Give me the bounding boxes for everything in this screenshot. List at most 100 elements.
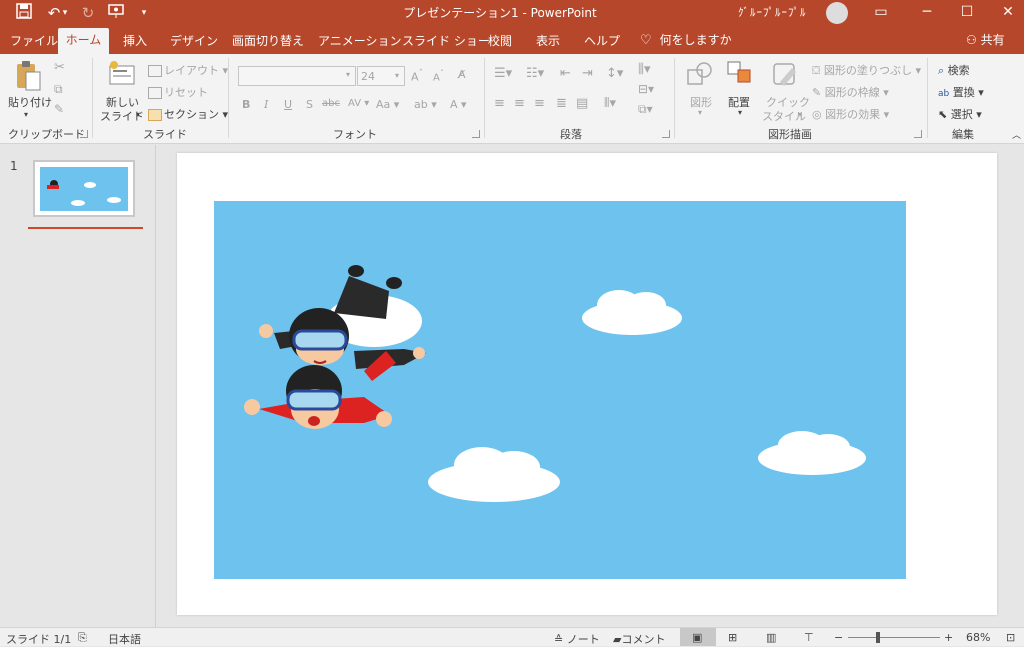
customize-qat-icon[interactable]: ▾ bbox=[134, 3, 154, 23]
copy-icon[interactable]: ⧉ bbox=[54, 82, 63, 97]
spelling-icon[interactable]: ⎘ bbox=[78, 631, 87, 645]
tab-transitions[interactable]: 画面切り替え bbox=[232, 32, 304, 49]
bullets-icon[interactable]: ☰▾ bbox=[494, 66, 512, 81]
slideshow-view-icon[interactable]: ⊤ bbox=[804, 631, 814, 644]
align-text-icon[interactable]: ⊟▾ bbox=[638, 82, 654, 96]
shrink-font-icon[interactable]: Aˇ bbox=[433, 68, 444, 83]
shadow-icon[interactable]: S bbox=[306, 98, 313, 111]
undo-dropdown-icon[interactable]: ▾ bbox=[60, 3, 70, 23]
underline-icon[interactable]: U bbox=[284, 98, 292, 111]
tab-slideshow[interactable]: スライド ショー bbox=[402, 32, 490, 49]
tab-insert[interactable]: 挿入 bbox=[123, 32, 147, 49]
drawing-launcher-icon[interactable] bbox=[914, 130, 922, 138]
align-right-icon[interactable]: ≡ bbox=[534, 96, 545, 111]
reading-view-icon[interactable]: ▥ bbox=[766, 631, 776, 644]
user-avatar[interactable] bbox=[826, 2, 848, 24]
zoom-slider-thumb[interactable] bbox=[876, 632, 880, 643]
collapse-ribbon-icon[interactable]: ︿ bbox=[1012, 128, 1021, 141]
tab-file[interactable]: ファイル bbox=[10, 32, 58, 49]
font-launcher-icon[interactable] bbox=[472, 130, 480, 138]
distributed-icon[interactable]: ▤ bbox=[576, 96, 588, 111]
decrease-indent-icon[interactable]: ⇤ bbox=[560, 66, 571, 81]
new-slide-icon[interactable] bbox=[108, 60, 138, 90]
numbering-icon[interactable]: ☷▾ bbox=[526, 66, 544, 81]
paragraph-launcher-icon[interactable] bbox=[662, 130, 670, 138]
paste-icon[interactable] bbox=[14, 60, 44, 91]
slide-sorter-icon[interactable]: ⊞ bbox=[728, 631, 737, 644]
paragraph-group-label: 段落 bbox=[560, 128, 582, 141]
line-spacing-icon[interactable]: ↕▾ bbox=[606, 66, 623, 81]
font-color-icon[interactable]: A ▾ bbox=[450, 98, 467, 111]
zoom-level[interactable]: 68% bbox=[966, 631, 990, 644]
zoom-slider[interactable] bbox=[848, 637, 940, 638]
strikethrough-icon[interactable]: abc bbox=[322, 98, 340, 109]
quick-styles-dropdown-icon[interactable]: ▾ bbox=[798, 110, 802, 119]
shapes-icon[interactable] bbox=[686, 60, 716, 90]
redo-icon[interactable]: ↻ bbox=[78, 3, 98, 23]
arrange-icon[interactable] bbox=[726, 60, 756, 90]
tab-animations[interactable]: アニメーション bbox=[318, 32, 402, 49]
notes-button[interactable]: ≙ ノート bbox=[554, 631, 600, 647]
skydiving-illustration[interactable] bbox=[214, 201, 906, 579]
bold-icon[interactable]: B bbox=[242, 98, 250, 111]
start-slideshow-icon[interactable] bbox=[106, 3, 126, 23]
increase-indent-icon[interactable]: ⇥ bbox=[582, 66, 593, 81]
layout-button[interactable]: レイアウト ▾ bbox=[148, 62, 228, 78]
character-spacing-icon[interactable]: AV ▾ bbox=[348, 98, 369, 109]
text-direction-icon[interactable]: ⫼▾ bbox=[638, 62, 651, 77]
comments-button[interactable]: ▰コメント bbox=[613, 631, 665, 647]
fit-to-window-icon[interactable]: ⊡ bbox=[1006, 631, 1015, 644]
italic-icon[interactable]: I bbox=[264, 98, 268, 111]
find-button[interactable]: ⌕ 検索 bbox=[938, 62, 970, 78]
share-button[interactable]: ⚇ 共有 bbox=[966, 31, 1005, 48]
shape-effects-button[interactable]: ◎ 図形の効果 ▾ bbox=[812, 106, 889, 122]
save-icon[interactable] bbox=[14, 3, 34, 23]
font-name-input[interactable] bbox=[238, 66, 356, 86]
reset-button[interactable]: リセット bbox=[148, 84, 208, 100]
font-name-dropdown-icon[interactable]: ▾ bbox=[346, 70, 350, 79]
cut-icon[interactable]: ✂ bbox=[54, 60, 65, 75]
paste-dropdown-icon[interactable]: ▾ bbox=[24, 110, 28, 119]
align-left-icon[interactable]: ≡ bbox=[494, 96, 505, 111]
tab-review[interactable]: 校閲 bbox=[488, 32, 512, 49]
shape-outline-button[interactable]: ✎ 図形の枠線 ▾ bbox=[812, 84, 889, 100]
tell-me-box[interactable]: ♡ 何をしますか bbox=[640, 31, 732, 48]
zoom-out-icon[interactable]: − bbox=[834, 631, 843, 644]
slide-thumbnail[interactable] bbox=[33, 160, 135, 217]
shape-fill-button[interactable]: ⛋ 図形の塗りつぶし ▾ bbox=[812, 62, 921, 78]
user-name[interactable]: ｸﾞﾙｰﾌﾟﾙｰﾌﾟﾙ bbox=[738, 4, 807, 20]
font-size-input[interactable]: 24 ▾ bbox=[357, 66, 405, 86]
paste-button[interactable]: 貼り付け bbox=[8, 94, 52, 110]
tab-design[interactable]: デザイン bbox=[170, 32, 218, 49]
font-group-label: フォント bbox=[333, 128, 377, 141]
zoom-in-icon[interactable]: + bbox=[944, 631, 953, 644]
tab-view[interactable]: 表示 bbox=[536, 32, 560, 49]
slide-indicator[interactable]: スライド 1/1 bbox=[6, 631, 71, 647]
quick-styles-icon[interactable] bbox=[770, 60, 800, 90]
shapes-dropdown-icon[interactable]: ▾ bbox=[698, 108, 702, 117]
select-button[interactable]: ⬉ 選択 ▾ bbox=[938, 106, 982, 122]
normal-view-button[interactable]: ▣ bbox=[680, 628, 716, 646]
change-case-icon[interactable]: Aa ▾ bbox=[376, 98, 399, 111]
highlight-icon[interactable]: ab ▾ bbox=[414, 98, 437, 111]
ribbon-display-options-icon[interactable]: ▭ bbox=[858, 0, 904, 26]
new-slide-dropdown-icon[interactable]: ▾ bbox=[136, 110, 140, 119]
replace-button[interactable]: ab 置換 ▾ bbox=[938, 84, 984, 100]
format-painter-icon[interactable]: ✎ bbox=[54, 102, 64, 116]
tab-help[interactable]: ヘルプ bbox=[584, 32, 620, 49]
tab-home[interactable]: ホーム bbox=[58, 28, 109, 54]
justify-icon[interactable]: ≣ bbox=[556, 96, 567, 111]
align-center-icon[interactable]: ≡ bbox=[514, 96, 525, 111]
slide-canvas[interactable] bbox=[177, 153, 997, 615]
language-indicator[interactable]: 日本語 bbox=[108, 631, 141, 647]
columns-icon[interactable]: ⫴▾ bbox=[604, 96, 616, 111]
grow-font-icon[interactable]: Aˆ bbox=[411, 68, 423, 84]
close-icon[interactable]: ✕ bbox=[985, 0, 1024, 26]
font-size-dropdown-icon[interactable]: ▾ bbox=[395, 71, 399, 80]
smartart-icon[interactable]: ⧉▾ bbox=[638, 102, 653, 117]
section-button[interactable]: セクション ▾ bbox=[148, 106, 228, 122]
clear-formatting-icon[interactable]: A̸ bbox=[458, 68, 466, 81]
clipboard-launcher-icon[interactable] bbox=[80, 130, 88, 138]
maximize-icon[interactable]: ☐ bbox=[944, 0, 990, 26]
arrange-dropdown-icon[interactable]: ▾ bbox=[738, 108, 742, 117]
